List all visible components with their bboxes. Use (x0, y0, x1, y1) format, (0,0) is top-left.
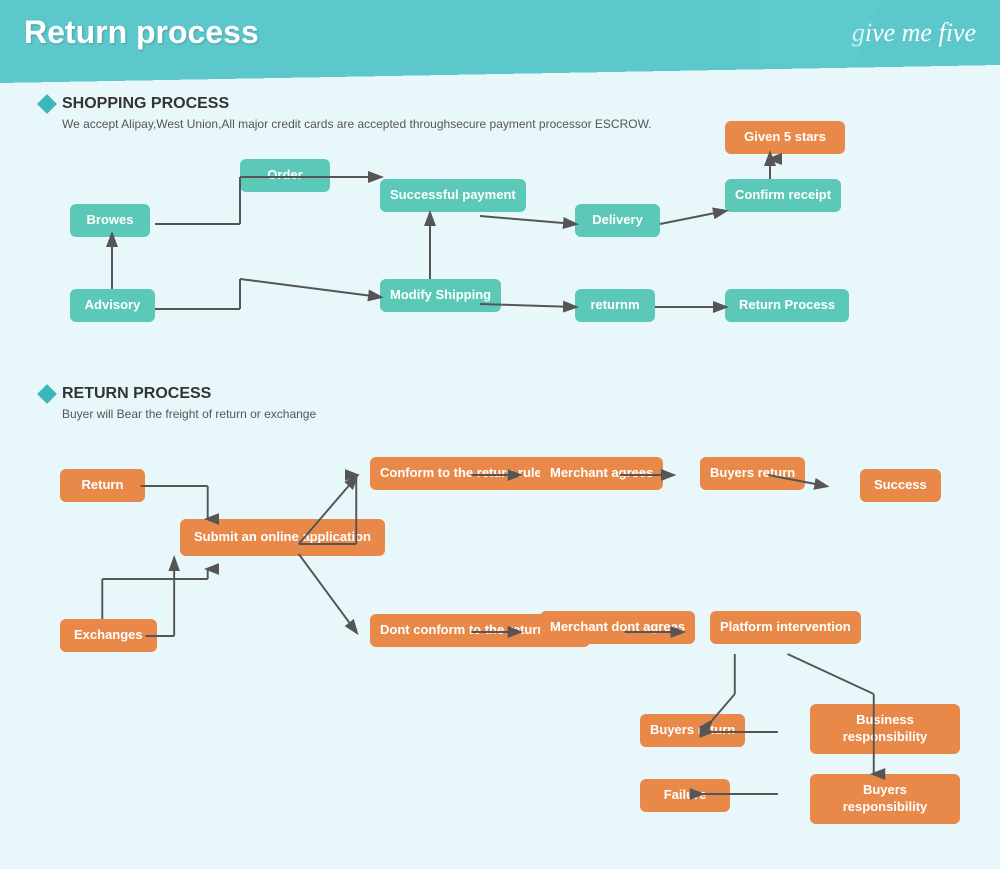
submit-box: Submit an online application (180, 519, 385, 556)
shopping-heading: SHOPPING PROCESS (40, 95, 960, 113)
return-box: Return (60, 469, 145, 502)
confirm-box: Confirm receipt (725, 179, 841, 212)
header-decoration (760, 0, 880, 65)
browes-box: Browes (70, 204, 150, 237)
payment-box: Successful payment (380, 179, 526, 212)
merchant-agrees-box: Merchant agrees (540, 457, 663, 490)
return-heading: RETURN PROCESS (40, 385, 960, 403)
buyers-resp-box: Buyers responsibility (810, 774, 960, 824)
main-content: SHOPPING PROCESS We accept Alipay,West U… (0, 65, 1000, 869)
given5-box: Given 5 stars (725, 121, 845, 154)
modify-box: Modify Shipping (380, 279, 501, 312)
shopping-flow: Browes Order Successful payment Delivery… (40, 149, 960, 369)
platform-box: Platform intervention (710, 611, 861, 644)
buyers-return2-box: Buyers return (640, 714, 745, 747)
return-flow-area: Return Submit an online application Conf… (40, 439, 960, 839)
exchanges-box: Exchanges (60, 619, 157, 652)
returnp-box: Return Process (725, 289, 849, 322)
diamond-icon-2 (37, 384, 57, 404)
advisory-box: Advisory (70, 289, 155, 322)
page-title: Return process (24, 14, 259, 51)
delivery-box: Delivery (575, 204, 660, 237)
header: Return process give me five (0, 0, 1000, 65)
buyers-return1-box: Buyers return (700, 457, 805, 490)
order-box: Order (240, 159, 330, 192)
success-box: Success (860, 469, 941, 502)
return-subtext: Buyer will Bear the freight of return or… (62, 407, 960, 421)
diamond-icon (37, 94, 57, 114)
shopping-flow-area: Browes Order Successful payment Delivery… (40, 149, 960, 369)
business-box: Business responsibility (810, 704, 960, 754)
merchant-dont-box: Merchant dont agrees (540, 611, 695, 644)
conform-box: Conform to the return rules (370, 457, 559, 490)
returnm-box: returnm (575, 289, 655, 322)
failure-box: Failure (640, 779, 730, 812)
